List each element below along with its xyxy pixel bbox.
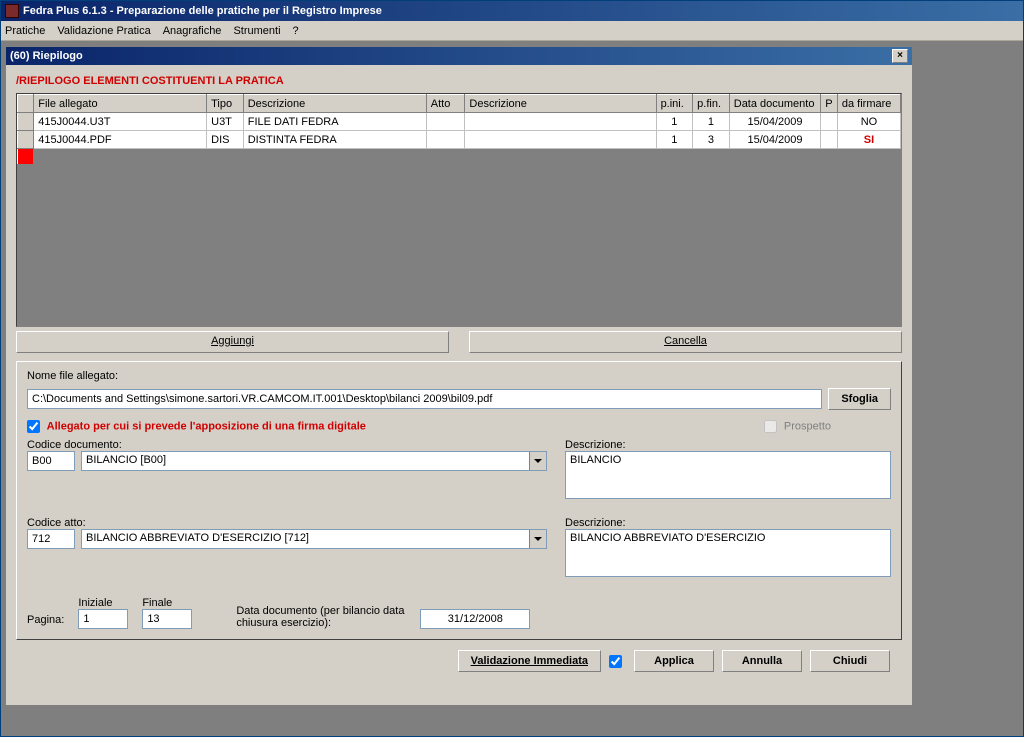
col-tipo[interactable]: Tipo xyxy=(207,95,244,113)
riepilogo-window: (60) Riepilogo × /RIEPILOGO ELEMENTI COS… xyxy=(5,46,913,706)
col-pini[interactable]: p.ini. xyxy=(656,95,693,113)
codice-atto-label: Codice atto: xyxy=(27,517,547,529)
descrizione-doc-label: Descrizione: xyxy=(565,439,891,451)
annulla-button[interactable]: Annulla xyxy=(722,650,802,672)
prospetto-input xyxy=(764,420,777,433)
codice-doc-select[interactable]: BILANCIO [B00] xyxy=(81,451,547,471)
col-p[interactable]: P xyxy=(821,95,838,113)
chiudi-button[interactable]: Chiudi xyxy=(810,650,890,672)
cell-file[interactable]: 415J0044.PDF xyxy=(34,131,207,149)
codice-atto-select-text: BILANCIO ABBREVIATO D'ESERCIZIO [712] xyxy=(82,530,529,548)
menu-pratiche[interactable]: Pratiche xyxy=(5,25,45,37)
menu-validazione-pratica[interactable]: Validazione Pratica xyxy=(57,25,150,37)
new-row-marker[interactable] xyxy=(18,149,901,165)
dialog-title: (60) Riepilogo xyxy=(10,50,83,62)
main-titlebar: Fedra Plus 6.1.3 - Preparazione delle pr… xyxy=(1,1,1023,21)
descrizione-atto-label: Descrizione: xyxy=(565,517,891,529)
close-icon[interactable]: × xyxy=(892,49,908,63)
cell-datadoc[interactable]: 15/04/2009 xyxy=(729,113,821,131)
finale-label: Finale xyxy=(142,597,192,609)
applica-button[interactable]: Applica xyxy=(634,650,714,672)
allegati-grid[interactable]: File allegato Tipo Descrizione Atto Desc… xyxy=(16,93,902,327)
mdi-workarea: (60) Riepilogo × /RIEPILOGO ELEMENTI COS… xyxy=(1,41,1023,736)
app-window: Fedra Plus 6.1.3 - Preparazione delle pr… xyxy=(0,0,1024,737)
menu-help[interactable]: ? xyxy=(293,25,299,37)
col-file[interactable]: File allegato xyxy=(34,95,207,113)
validazione-checkbox[interactable] xyxy=(609,655,622,668)
aggiungi-button[interactable]: Aggiungi xyxy=(16,331,449,353)
codice-atto-select[interactable]: BILANCIO ABBREVIATO D'ESERCIZIO [712] xyxy=(81,529,547,549)
firma-digitale-label: Allegato per cui si prevede l'apposizion… xyxy=(47,420,366,432)
bottom-button-bar: Validazione Immediata Applica Annulla Ch… xyxy=(16,640,902,678)
nome-file-input[interactable] xyxy=(27,389,822,409)
col-datadoc[interactable]: Data documento xyxy=(729,95,821,113)
cell-tipo[interactable]: U3T xyxy=(207,113,244,131)
codice-doc-label: Codice documento: xyxy=(27,439,547,451)
sfoglia-button[interactable]: Sfoglia xyxy=(828,388,891,410)
cell-desc1[interactable]: FILE DATI FEDRA xyxy=(243,113,426,131)
validazione-immediata-button[interactable]: Validazione Immediata xyxy=(458,650,601,672)
codice-atto-code-input[interactable] xyxy=(27,529,75,549)
firma-digitale-input[interactable] xyxy=(27,420,40,433)
chevron-down-icon[interactable] xyxy=(529,530,546,548)
col-handle xyxy=(18,95,34,113)
cell-atto[interactable] xyxy=(426,113,465,131)
descrizione-atto-text[interactable] xyxy=(565,529,891,577)
cell-tipo[interactable]: DIS xyxy=(207,131,244,149)
prospetto-label: Prospetto xyxy=(784,420,831,432)
menu-strumenti[interactable]: Strumenti xyxy=(233,25,280,37)
cancella-button[interactable]: Cancella xyxy=(469,331,902,353)
app-icon xyxy=(5,4,19,18)
cell-firma[interactable]: NO xyxy=(837,113,900,131)
iniziale-label: Iniziale xyxy=(78,597,128,609)
col-firma[interactable]: da firmare xyxy=(837,95,900,113)
chevron-down-icon[interactable] xyxy=(529,452,546,470)
allegato-form: Nome file allegato: Sfoglia Allegato per… xyxy=(16,361,902,640)
cell-desc2[interactable] xyxy=(465,131,656,149)
cell-pini[interactable]: 1 xyxy=(656,131,693,149)
cell-desc2[interactable] xyxy=(465,113,656,131)
section-title: /RIEPILOGO ELEMENTI COSTITUENTI LA PRATI… xyxy=(16,75,902,87)
table-row[interactable]: 415J0044.PDFDISDISTINTA FEDRA 1315/04/200… xyxy=(18,131,901,149)
dialog-titlebar: (60) Riepilogo × xyxy=(6,47,912,65)
cell-p[interactable] xyxy=(821,131,838,149)
cell-file[interactable]: 415J0044.U3T xyxy=(34,113,207,131)
pagina-finale-input[interactable] xyxy=(142,609,192,629)
pagina-iniziale-input[interactable] xyxy=(78,609,128,629)
pagina-label: Pagina: xyxy=(27,614,64,629)
table-row[interactable]: 415J0044.U3TU3TFILE DATI FEDRA1115/04/20… xyxy=(18,113,901,131)
prospetto-checkbox[interactable]: Prospetto xyxy=(764,420,831,433)
col-pfin[interactable]: p.fin. xyxy=(693,95,730,113)
cell-pini[interactable]: 1 xyxy=(656,113,693,131)
row-handle[interactable] xyxy=(18,113,34,131)
cell-p[interactable] xyxy=(821,113,838,131)
allegati-table: File allegato Tipo Descrizione Atto Desc… xyxy=(17,94,901,165)
cell-firma[interactable]: SI xyxy=(837,131,900,149)
col-atto[interactable]: Atto xyxy=(426,95,465,113)
codice-doc-select-text: BILANCIO [B00] xyxy=(82,452,529,470)
col-desc1[interactable]: Descrizione xyxy=(243,95,426,113)
nome-file-label: Nome file allegato: xyxy=(27,370,118,382)
cell-datadoc[interactable]: 15/04/2009 xyxy=(729,131,821,149)
menu-anagrafiche[interactable]: Anagrafiche xyxy=(163,25,222,37)
col-desc2[interactable]: Descrizione xyxy=(465,95,656,113)
menubar: Pratiche Validazione Pratica Anagrafiche… xyxy=(1,21,1023,41)
cell-pfin[interactable]: 1 xyxy=(693,113,730,131)
codice-doc-code-input[interactable] xyxy=(27,451,75,471)
descrizione-doc-text[interactable] xyxy=(565,451,891,499)
data-documento-input[interactable] xyxy=(420,609,530,629)
row-handle[interactable] xyxy=(18,131,34,149)
dialog-client: /RIEPILOGO ELEMENTI COSTITUENTI LA PRATI… xyxy=(6,65,912,705)
cell-desc1[interactable]: DISTINTA FEDRA xyxy=(243,131,426,149)
app-title: Fedra Plus 6.1.3 - Preparazione delle pr… xyxy=(23,5,382,17)
firma-digitale-checkbox[interactable]: Allegato per cui si prevede l'apposizion… xyxy=(27,420,366,433)
cell-atto[interactable] xyxy=(426,131,465,149)
cell-pfin[interactable]: 3 xyxy=(693,131,730,149)
data-doc-label: Data documento (per bilancio data chiusu… xyxy=(236,605,406,629)
